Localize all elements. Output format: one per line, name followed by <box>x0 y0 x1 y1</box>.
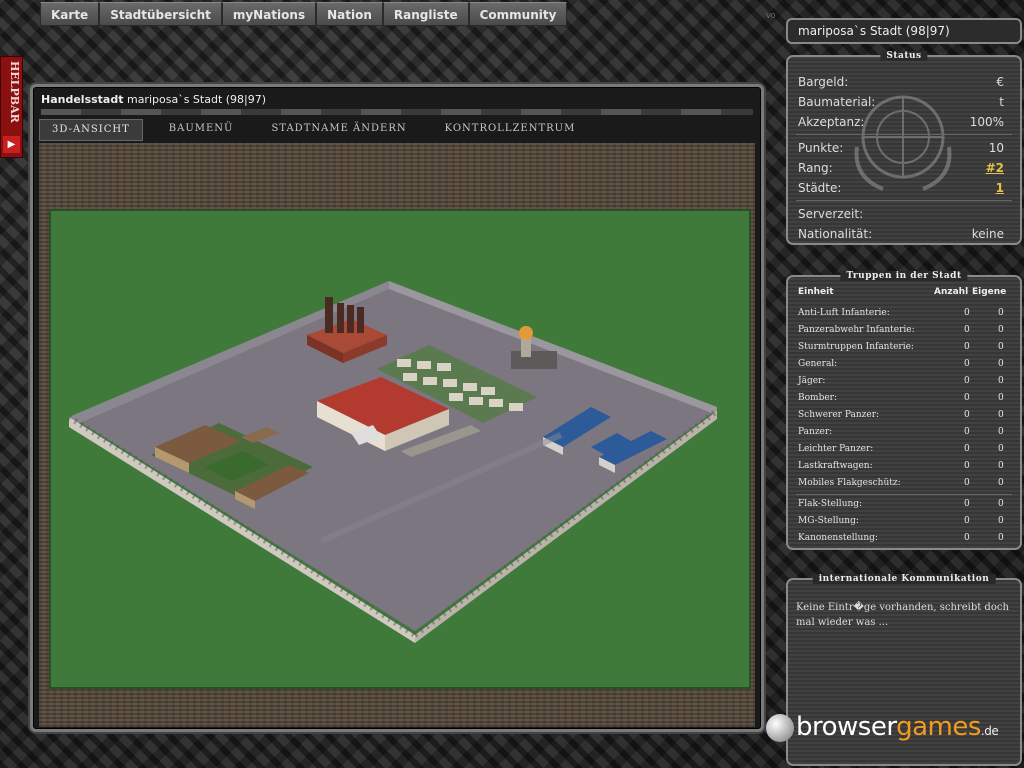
troop-row: Flak-Stellung: 0 0 <box>798 499 1004 509</box>
city-view-frame: Handelsstadt mariposa`s Stadt (98|97) 3D… <box>30 84 764 732</box>
view-background <box>39 143 755 727</box>
col-unit: Einheit <box>798 287 834 297</box>
nav-stadtuebersicht[interactable]: Stadtübersicht <box>99 2 222 26</box>
frame-divider <box>41 109 753 115</box>
troops-heading: Truppen in der Stadt <box>840 271 968 281</box>
status-divider <box>796 200 1012 201</box>
status-value: € <box>996 75 1004 89</box>
troop-row: General: 0 0 <box>798 359 1004 369</box>
cities-link[interactable]: 1 <box>996 179 1004 197</box>
status-row-nationalitaet: Nationalität: keine <box>798 225 1004 243</box>
watermark-part2: games <box>896 712 981 742</box>
status-row-staedte: Städte: 1 <box>798 179 1004 197</box>
globe-logo-icon <box>766 713 794 742</box>
helpbar-label: HELPBAR <box>8 61 21 123</box>
top-navigation: Karte Stadtübersicht myNations Nation Ra… <box>40 2 568 26</box>
city-name: mariposa`s Stadt (98|97) <box>123 93 267 106</box>
status-label: Serverzeit: <box>798 207 864 221</box>
status-row-akzeptanz: Akzeptanz: 100% <box>798 113 1004 131</box>
status-row-baumaterial: Baumaterial: t <box>798 93 1004 111</box>
tab-baumenue[interactable]: Baumenü <box>157 119 246 139</box>
col-own: Eigene <box>972 287 1007 297</box>
city-tabs: 3D-Ansicht Baumenü Stadtname ändern Kont… <box>39 119 601 141</box>
status-label: Städte: <box>798 181 842 195</box>
watermark-tld: .de <box>980 724 999 738</box>
city-type: Handelsstadt <box>41 93 124 106</box>
status-label: Nationalität: <box>798 227 873 241</box>
status-value: 100% <box>969 115 1004 129</box>
status-label: Baumaterial: <box>798 95 876 109</box>
browsergames-watermark: browsergames.de <box>766 712 1006 748</box>
status-row-punkte: Punkte: 10 <box>798 139 1004 157</box>
troop-row: Kanonenstellung: 0 0 <box>798 533 1004 543</box>
troop-row: Jäger: 0 0 <box>798 376 1004 386</box>
troops-divider <box>796 494 1012 495</box>
troop-row: Lastkraftwagen: 0 0 <box>798 461 1004 471</box>
intl-heading: internationale Kommunikation <box>812 574 996 584</box>
troop-row: Panzerabwehr Infanterie: 0 0 <box>798 325 1004 335</box>
helpbar-arrow-icon[interactable]: ▶ <box>3 136 20 153</box>
troop-row: Sturmtruppen Infanterie: 0 0 <box>798 342 1004 352</box>
nav-karte[interactable]: Karte <box>40 2 100 26</box>
status-label: Akzeptanz: <box>798 115 865 129</box>
watermark-part1: browser <box>796 712 897 742</box>
status-row-rang: Rang: #2 <box>798 159 1004 177</box>
status-value: keine <box>971 227 1004 241</box>
troop-row: Leichter Panzer: 0 0 <box>798 444 1004 454</box>
troops-panel: Truppen in der Stadt Einheit Anzahl Eige… <box>786 271 1022 550</box>
tab-3d-ansicht[interactable]: 3D-Ansicht <box>39 119 143 141</box>
troops-table-header: Einheit Anzahl Eigene <box>798 287 1010 301</box>
nav-community[interactable]: Community <box>468 2 568 26</box>
helpbar[interactable]: HELPBAR ▶ <box>0 56 23 158</box>
status-label: Bargeld: <box>798 75 849 89</box>
frame-title: Handelsstadt mariposa`s Stadt (98|97) <box>41 91 266 109</box>
status-value: t <box>999 95 1004 109</box>
city-3d-scene[interactable] <box>49 209 751 689</box>
col-count: Anzahl <box>934 287 969 297</box>
intl-message: Keine Eintr�ge vorhanden, schreibt doch … <box>796 602 1009 628</box>
nav-mynations[interactable]: myNations <box>221 2 317 26</box>
status-panel: Status Bargeld: € Baumaterial: t Akzepta… <box>786 51 1022 245</box>
tab-kontrollzentrum[interactable]: Kontrollzentrum <box>433 119 588 139</box>
troop-row: Schwerer Panzer: 0 0 <box>798 410 1004 420</box>
tab-stadtname-aendern[interactable]: Stadtname ändern <box>259 119 418 139</box>
troop-row: Anti-Luft Infanterie: 0 0 <box>798 308 1004 318</box>
status-divider <box>796 134 1012 135</box>
nav-nation[interactable]: Nation <box>316 2 383 26</box>
status-value: 10 <box>988 141 1004 155</box>
troop-row: MG-Stellung: 0 0 <box>798 516 1004 526</box>
rank-link[interactable]: #2 <box>986 159 1004 177</box>
nav-rangliste[interactable]: Rangliste <box>382 2 469 26</box>
status-row-serverzeit: Serverzeit: <box>798 205 1004 223</box>
status-row-bargeld: Bargeld: € <box>798 73 1004 91</box>
status-label: Rang: <box>798 161 833 175</box>
status-label: Punkte: <box>798 141 844 155</box>
version-label: V0 <box>766 12 776 20</box>
troop-row: Bomber: 0 0 <box>798 393 1004 403</box>
troop-row: Panzer: 0 0 <box>798 427 1004 437</box>
troop-row: Mobiles Flakgeschütz: 0 0 <box>798 478 1004 488</box>
city-title-box: mariposa`s Stadt (98|97) <box>786 18 1022 44</box>
status-heading: Status <box>880 51 928 61</box>
